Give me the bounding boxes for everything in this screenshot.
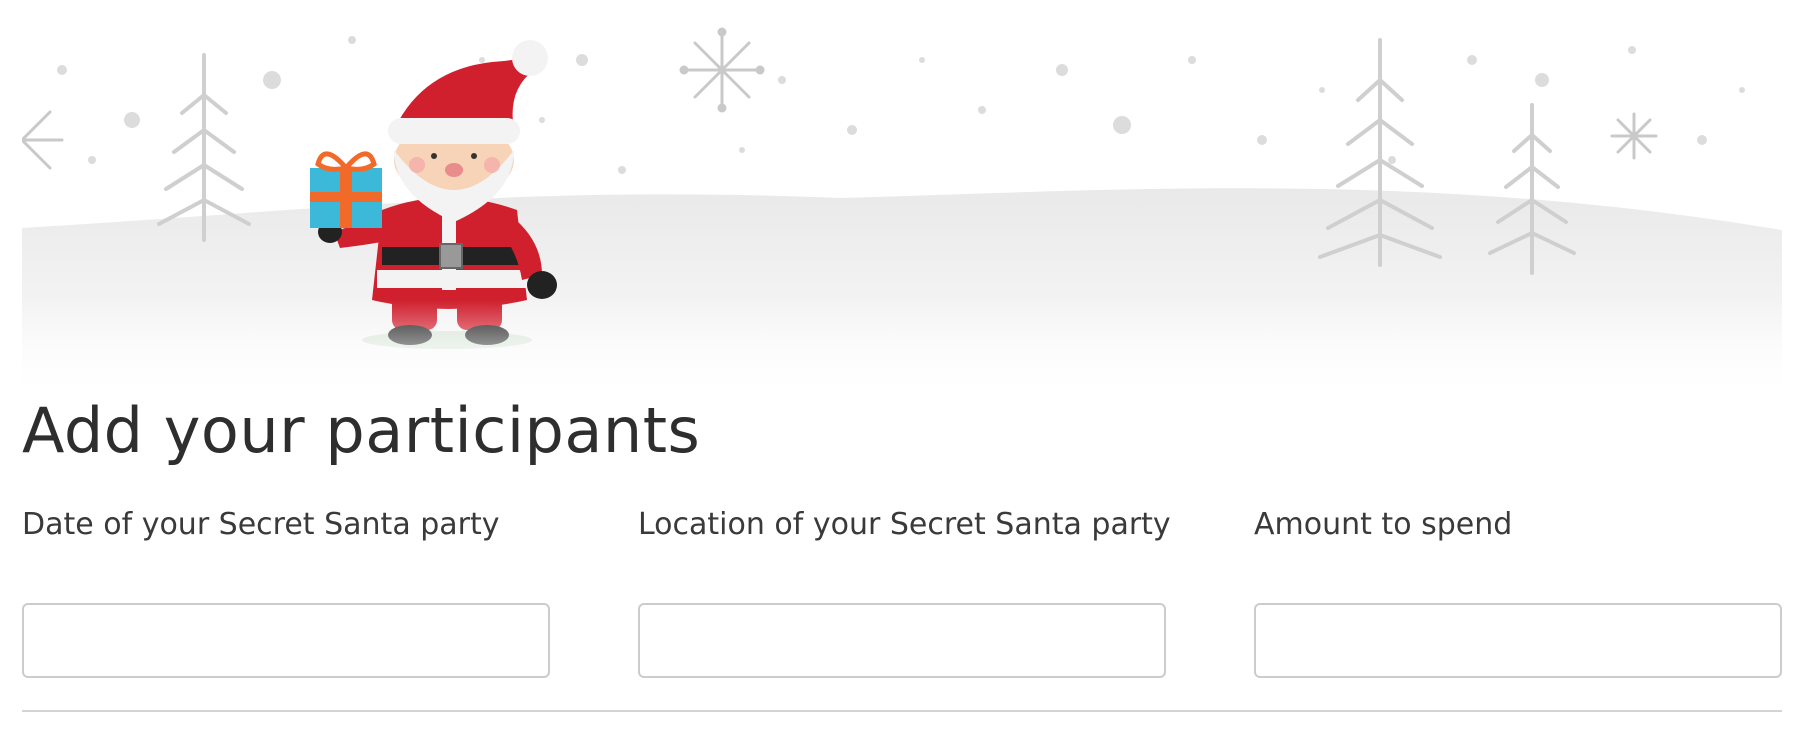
party-location-input[interactable] xyxy=(638,603,1166,678)
spend-amount-field: Amount to spend xyxy=(1254,507,1782,678)
winter-scene-illustration xyxy=(22,27,1782,390)
party-location-label: Location of your Secret Santa party xyxy=(638,507,1171,542)
section-divider xyxy=(22,710,1782,712)
snowflake-icon xyxy=(679,27,765,113)
party-location-field: Location of your Secret Santa party xyxy=(638,507,1171,678)
snowflake-icon xyxy=(1610,112,1658,160)
gift-icon xyxy=(310,151,382,228)
spend-amount-label: Amount to spend xyxy=(1254,507,1513,542)
spend-amount-input[interactable] xyxy=(1254,603,1782,678)
page-title: Add your participants xyxy=(22,394,701,467)
tree-icon xyxy=(157,53,251,242)
page: Add your participants Date of your Secre… xyxy=(0,0,1806,732)
snowflake-icon xyxy=(22,110,64,170)
party-date-label: Date of your Secret Santa party xyxy=(22,507,500,542)
party-date-field: Date of your Secret Santa party xyxy=(22,507,550,678)
winter-banner xyxy=(22,0,1782,390)
party-date-input[interactable] xyxy=(22,603,550,678)
tree-icon xyxy=(1488,103,1576,275)
